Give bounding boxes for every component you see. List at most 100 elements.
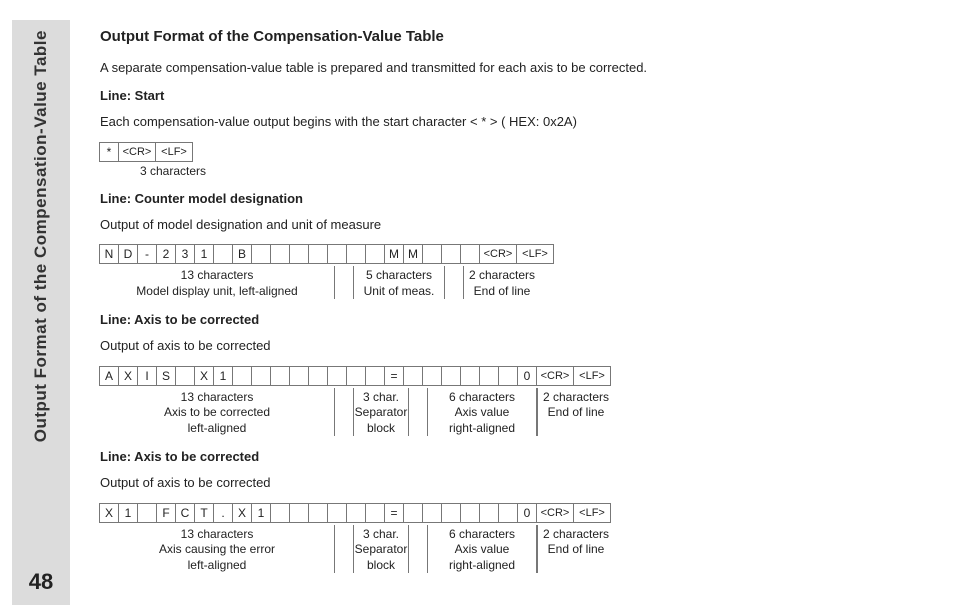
char-cell: X (99, 503, 119, 523)
sidebar-title: Output Format of the Compensation-Value … (31, 30, 51, 442)
control-cell: <LF> (155, 142, 193, 162)
char-cell (460, 366, 480, 386)
char-cell: 1 (194, 244, 214, 264)
char-cell (289, 503, 309, 523)
line-start-note: 3 characters (140, 164, 924, 178)
char-cell (346, 503, 366, 523)
char-cell: T (194, 503, 214, 523)
char-cell: M (384, 244, 404, 264)
page-content: Output Format of the Compensation-Value … (100, 28, 924, 585)
char-cell (365, 503, 385, 523)
sidebar: Output Format of the Compensation-Value … (12, 20, 70, 605)
char-cell (289, 366, 309, 386)
annotation: 2 charactersEnd of line (463, 266, 540, 299)
line-model-heading: Line: Counter model designation (100, 190, 924, 208)
char-cell (365, 244, 385, 264)
char-cell (232, 366, 252, 386)
char-cell (327, 503, 347, 523)
char-cell (479, 503, 499, 523)
char-cell: = (384, 503, 404, 523)
char-cell: A (99, 366, 119, 386)
char-cell: B (232, 244, 252, 264)
char-cell: F (156, 503, 176, 523)
char-cell (403, 366, 423, 386)
char-cell: 0 (517, 503, 537, 523)
annotation (409, 525, 427, 574)
line-model-desc: Output of model designation and unit of … (100, 216, 924, 234)
page-title: Output Format of the Compensation-Value … (100, 28, 924, 45)
char-cell: X (118, 366, 138, 386)
char-cell (422, 244, 442, 264)
char-cell (346, 244, 366, 264)
char-cell (270, 244, 290, 264)
char-cell (327, 244, 347, 264)
annotation: 3 char.Separatorblock (353, 525, 409, 574)
annotation: 6 charactersAxis valueright-aligned (427, 388, 537, 437)
control-cell: <CR> (536, 503, 574, 523)
char-cell: X (232, 503, 252, 523)
char-cell (460, 503, 480, 523)
char-cell: 1 (118, 503, 138, 523)
line-start-cells: *<CR><LF> (100, 142, 924, 162)
line-axis2-annot: 13 charactersAxis causing the errorleft-… (100, 525, 924, 574)
char-cell (308, 366, 328, 386)
char-cell: . (213, 503, 233, 523)
annotation: 13 charactersModel display unit, left-al… (100, 266, 335, 299)
annotation: 13 charactersAxis causing the errorleft-… (100, 525, 335, 574)
annotation (335, 525, 353, 574)
char-cell: 1 (251, 503, 271, 523)
annotation (445, 266, 463, 299)
char-cell (270, 503, 290, 523)
char-cell: 3 (175, 244, 195, 264)
char-cell (422, 503, 442, 523)
char-cell: = (384, 366, 404, 386)
char-cell: 2 (156, 244, 176, 264)
annotation (335, 388, 353, 437)
annotation: 13 charactersAxis to be correctedleft-al… (100, 388, 335, 437)
char-cell: S (156, 366, 176, 386)
annotation: 2 charactersEnd of line (537, 388, 614, 437)
char-cell (251, 244, 271, 264)
char-cell (137, 503, 157, 523)
control-cell: <LF> (573, 503, 611, 523)
control-cell: <CR> (118, 142, 156, 162)
char-cell (498, 503, 518, 523)
char-cell (441, 244, 461, 264)
line-axis1-annot: 13 charactersAxis to be correctedleft-al… (100, 388, 924, 437)
annotation (335, 266, 353, 299)
line-axis1-heading: Line: Axis to be corrected (100, 311, 924, 329)
char-cell: * (99, 142, 119, 162)
control-cell: <CR> (479, 244, 517, 264)
char-cell (251, 366, 271, 386)
char-cell (175, 366, 195, 386)
char-cell: 1 (213, 366, 233, 386)
line-axis2-desc: Output of axis to be corrected (100, 474, 924, 492)
char-cell: X (194, 366, 214, 386)
line-axis1-desc: Output of axis to be corrected (100, 337, 924, 355)
char-cell: M (403, 244, 423, 264)
char-cell (308, 244, 328, 264)
line-axis2-heading: Line: Axis to be corrected (100, 448, 924, 466)
annotation (409, 388, 427, 437)
annotation: 6 charactersAxis valueright-aligned (427, 525, 537, 574)
annotation: 3 char.Separatorblock (353, 388, 409, 437)
intro-text: A separate compensation-value table is p… (100, 59, 924, 77)
char-cell (498, 366, 518, 386)
char-cell (479, 366, 499, 386)
control-cell: <LF> (516, 244, 554, 264)
line-model-cells: ND-231BMM<CR><LF> (100, 244, 924, 264)
char-cell: C (175, 503, 195, 523)
char-cell (441, 503, 461, 523)
char-cell (270, 366, 290, 386)
line-axis2-cells: X1FCT.X1=0<CR><LF> (100, 503, 924, 523)
char-cell (422, 366, 442, 386)
control-cell: <CR> (536, 366, 574, 386)
page-number: 48 (29, 569, 53, 595)
char-cell: D (118, 244, 138, 264)
char-cell: I (137, 366, 157, 386)
char-cell (308, 503, 328, 523)
line-start-desc: Each compensation-value output begins wi… (100, 113, 924, 131)
control-cell: <LF> (573, 366, 611, 386)
char-cell (213, 244, 233, 264)
line-model-annot: 13 charactersModel display unit, left-al… (100, 266, 924, 299)
